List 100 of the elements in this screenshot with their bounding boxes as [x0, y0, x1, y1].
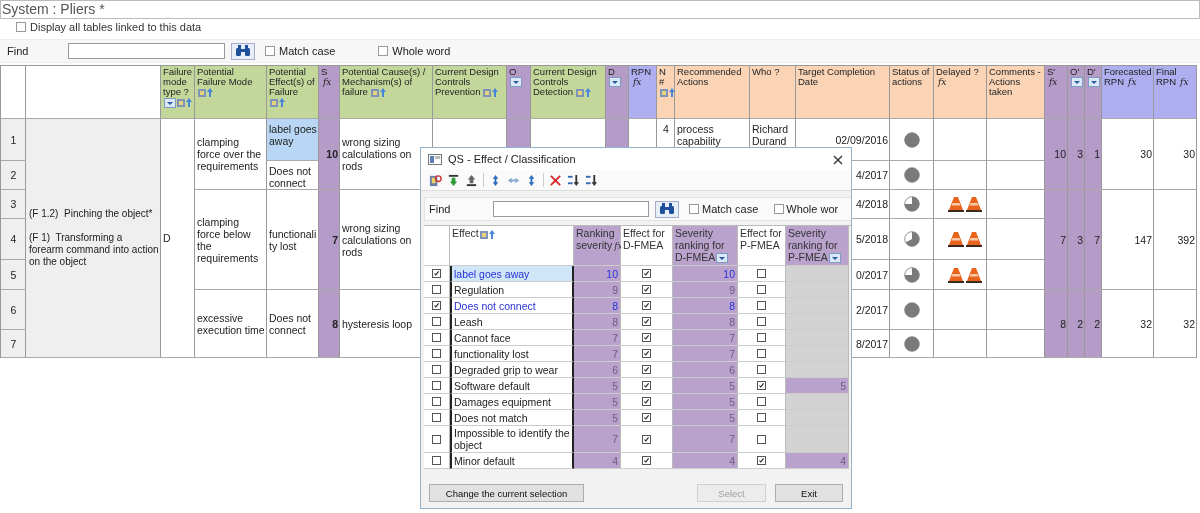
column-header[interactable]: Severity ranking for P-FMEA — [786, 226, 849, 266]
column-header[interactable]: Comments - Actions taken — [987, 66, 1045, 119]
dropdown-icon[interactable] — [609, 77, 621, 88]
column-header[interactable]: Current Design Controls Prevention — [433, 66, 507, 119]
checkbox[interactable] — [757, 285, 766, 294]
column-header[interactable]: O — [507, 66, 531, 119]
column-header[interactable]: S fx — [319, 66, 340, 119]
arrow-down-icon[interactable] — [447, 173, 460, 187]
effect-cell[interactable]: Cannot face — [450, 330, 574, 346]
checkbox[interactable] — [378, 46, 389, 56]
checkbox[interactable] — [642, 317, 651, 326]
checkbox[interactable] — [757, 349, 766, 358]
column-header[interactable]: Forecasted RPN fx — [1102, 66, 1154, 119]
checkbox[interactable] — [432, 381, 441, 390]
column-header[interactable]: Effect for P-FMEA — [738, 226, 786, 266]
column-header[interactable]: Potential Cause(s) / Mechanism(s) of failure — [340, 66, 433, 119]
table-cell[interactable]: Does not connect — [267, 290, 319, 358]
checkbox[interactable] — [757, 269, 766, 278]
sort-descending-icon[interactable] — [585, 173, 598, 187]
checkbox[interactable] — [432, 456, 441, 465]
effect-cell[interactable]: functionality lost — [450, 346, 574, 362]
effect-cell[interactable]: Software default — [450, 378, 574, 394]
column-header[interactable]: Recommended Actions — [675, 66, 750, 119]
dropdown-icon[interactable] — [510, 77, 522, 88]
column-header[interactable]: Delayed ? fx — [934, 66, 987, 119]
lookup-icon[interactable] — [479, 228, 496, 240]
checkbox[interactable] — [265, 46, 275, 56]
checkbox[interactable] — [432, 317, 441, 326]
checkbox[interactable] — [757, 365, 766, 374]
table-search-icon[interactable] — [429, 173, 442, 187]
effect-cell[interactable]: Leash — [450, 314, 574, 330]
checkbox[interactable] — [642, 333, 651, 342]
column-header[interactable]: Potential Effect(s) of Failure — [267, 66, 319, 119]
effect-cell[interactable]: label goes away — [450, 266, 574, 282]
effect-cell[interactable]: Degraded grip to wear — [450, 362, 574, 378]
checkbox[interactable] — [642, 285, 651, 294]
column-header[interactable]: Effect — [450, 226, 574, 266]
checkbox[interactable] — [642, 397, 651, 406]
effect-cell[interactable]: Does not match — [450, 410, 574, 426]
checkbox[interactable] — [757, 333, 766, 342]
search-button[interactable] — [231, 42, 255, 60]
column-header[interactable]: S' fx — [1045, 66, 1068, 119]
checkbox[interactable] — [774, 204, 785, 214]
checkbox[interactable] — [432, 397, 441, 406]
column-header[interactable]: Severity ranking for D-FMEA — [673, 226, 738, 266]
checkbox[interactable] — [432, 285, 441, 294]
checkbox[interactable] — [432, 349, 441, 358]
checkbox[interactable] — [757, 381, 766, 390]
column-header[interactable]: D' — [1085, 66, 1102, 119]
checkbox[interactable] — [757, 397, 766, 406]
dropdown-icon[interactable] — [1071, 77, 1083, 88]
column-header[interactable]: RPN fx — [629, 66, 657, 119]
checkbox[interactable] — [757, 301, 766, 310]
delete-icon[interactable] — [549, 173, 562, 187]
effect-cell[interactable]: Minor default — [450, 453, 574, 469]
checkbox[interactable] — [432, 333, 441, 342]
effect-cell[interactable]: Impossible to identify the object — [450, 426, 574, 453]
dialog-button[interactable]: Exit — [775, 484, 843, 502]
column-header[interactable]: Current Design Controls Detection — [531, 66, 606, 119]
effect-cell[interactable]: Does not connect — [450, 298, 574, 314]
checkbox[interactable] — [642, 434, 651, 444]
table-cell[interactable]: Does not connect — [267, 161, 319, 190]
checkbox[interactable] — [642, 365, 651, 374]
dropdown-icon[interactable] — [164, 97, 176, 108]
checkbox[interactable] — [689, 204, 699, 214]
column-header[interactable]: D — [606, 66, 629, 119]
search-field[interactable] — [68, 43, 225, 59]
column-header[interactable]: Potential Failure Mode — [195, 66, 267, 119]
arrow-up-icon[interactable] — [465, 173, 478, 187]
checkbox[interactable] — [757, 434, 766, 444]
search-button[interactable] — [655, 200, 679, 218]
checkbox[interactable] — [757, 456, 766, 465]
checkbox[interactable] — [642, 269, 651, 278]
checkbox[interactable] — [432, 269, 441, 278]
column-header[interactable]: O' — [1068, 66, 1085, 119]
search-field[interactable] — [493, 201, 649, 217]
column-header[interactable]: Who ? — [750, 66, 796, 119]
table-cell[interactable]: label goes away — [267, 119, 319, 161]
lookup-icon[interactable] — [660, 87, 676, 98]
dropdown-icon[interactable] — [716, 253, 729, 264]
checkbox[interactable] — [16, 22, 26, 32]
checkbox[interactable] — [757, 317, 766, 326]
checkbox[interactable] — [432, 434, 441, 444]
checkbox[interactable] — [432, 413, 441, 422]
checkbox[interactable] — [757, 413, 766, 422]
effect-cell[interactable]: Damages equipment — [450, 394, 574, 410]
checkbox[interactable] — [432, 365, 441, 374]
checkbox[interactable] — [642, 301, 651, 310]
sort-ascending-icon[interactable] — [567, 173, 580, 187]
column-header[interactable]: Final RPN fx — [1154, 66, 1197, 119]
column-header[interactable]: Effect for D-FMEA — [621, 226, 673, 266]
dropdown-icon[interactable] — [1088, 77, 1100, 88]
table-cell[interactable]: functionality lost — [267, 190, 319, 290]
dialog-button[interactable]: Change the current selection — [429, 484, 584, 502]
effect-cell[interactable]: Regulation — [450, 282, 574, 298]
checkbox[interactable] — [642, 413, 651, 422]
checkbox[interactable] — [642, 349, 651, 358]
column-header[interactable]: Target Completion Date — [796, 66, 890, 119]
dropdown-icon[interactable] — [828, 253, 841, 264]
checkbox[interactable] — [642, 381, 651, 390]
